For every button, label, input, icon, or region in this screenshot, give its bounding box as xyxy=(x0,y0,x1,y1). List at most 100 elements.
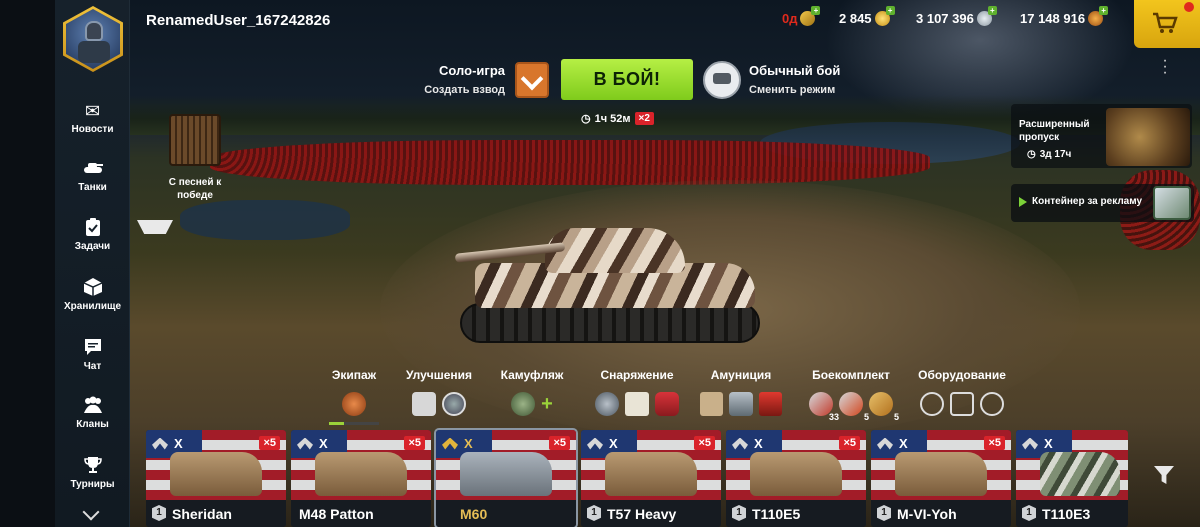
upgrade-module-icon[interactable] xyxy=(412,392,436,416)
envelope-icon: ✉ xyxy=(84,101,101,121)
gold-coin-icon: + xyxy=(874,6,895,26)
sidebar-item-chat[interactable]: Чат xyxy=(55,337,130,372)
tank-card[interactable]: X ×5 1 M-VI-Yoh xyxy=(871,430,1011,527)
rank-chevron-icon xyxy=(1022,437,1038,450)
tank-track xyxy=(460,303,760,343)
garage-tank[interactable] xyxy=(454,208,775,358)
gauge-icon[interactable] xyxy=(980,392,1004,416)
credits-coin-icon: + xyxy=(976,6,997,26)
sidebar-item-tanks[interactable]: Танки xyxy=(55,158,130,193)
ad-container-button[interactable]: Контейнер за рекламу xyxy=(1011,184,1194,222)
tank-card[interactable]: X ×5 1 Sheridan xyxy=(146,430,286,527)
ap-shell-icon[interactable]: 33 xyxy=(809,392,839,422)
mastery-badge: 1 xyxy=(152,505,166,521)
tank-card[interactable]: X ×5 M48 Patton xyxy=(291,430,431,527)
cart-icon xyxy=(1152,12,1178,40)
free-xp-counter[interactable]: 17 148 916 + xyxy=(1020,6,1109,26)
provisions-section[interactable]: Амуниция xyxy=(700,368,782,418)
pond xyxy=(180,200,350,240)
tank-thumbnail xyxy=(170,452,262,496)
xp-multiplier-badge: ×5 xyxy=(694,436,715,450)
bonus-timer: ◷ 1ч 52м ×2 xyxy=(581,112,654,125)
box-icon xyxy=(83,277,103,299)
sidebar-item-storage[interactable]: Хранилище xyxy=(55,277,130,312)
clipboard-icon xyxy=(84,217,102,239)
rank-chevron-icon xyxy=(732,437,748,450)
camouflage-icon[interactable] xyxy=(511,392,536,416)
tank-icon xyxy=(82,158,104,180)
upgrades-section[interactable]: Улучшения xyxy=(402,368,476,418)
fire-extinguisher-icon[interactable] xyxy=(655,392,679,416)
optics-icon[interactable] xyxy=(920,392,944,416)
provisions-icon[interactable] xyxy=(700,392,724,416)
shop-button[interactable] xyxy=(1134,0,1200,48)
rank-chevron-icon xyxy=(442,437,458,450)
sidebar-item-tasks[interactable]: Задачи xyxy=(55,217,130,252)
tank-thumbnail xyxy=(605,452,697,496)
add-camouflage-icon[interactable]: + xyxy=(541,393,553,416)
battle-pass-panel[interactable]: Расширенный пропуск ◷ 3д 17ч xyxy=(1011,104,1192,168)
xp-multiplier-badge: ×5 xyxy=(404,436,425,450)
tank-thumbnail xyxy=(1040,452,1120,496)
tank-thumbnail xyxy=(895,452,987,496)
ammo-box-icon[interactable] xyxy=(758,392,782,416)
tank-thumbnail xyxy=(750,452,842,496)
crew-section[interactable]: Экипаж xyxy=(325,368,383,425)
premium-days-icon: + xyxy=(800,6,821,26)
container-icon xyxy=(1153,186,1191,220)
sidebar-item-tournaments[interactable]: Турниры xyxy=(55,455,130,490)
crew-progress xyxy=(329,422,379,425)
squad-panel[interactable]: Соло-игра Создать взвод xyxy=(400,63,505,96)
sidebar-item-news[interactable]: ✉ Новости xyxy=(55,100,130,135)
mode-panel[interactable]: Обычный бой Сменить режим xyxy=(749,63,840,96)
battle-button[interactable]: В БОЙ! xyxy=(561,59,693,100)
repair-kit-icon[interactable] xyxy=(595,392,619,416)
tank-card[interactable]: X ×5 1 T57 Heavy xyxy=(581,430,721,527)
heat-shell-icon[interactable]: 5 xyxy=(839,392,869,422)
player-avatar[interactable] xyxy=(63,6,123,72)
pass-tank-art xyxy=(1106,108,1190,166)
rank-chevron-icon xyxy=(587,437,603,450)
tank-card-selected[interactable]: X ×5 M60 xyxy=(434,428,578,527)
xp-multiplier-badge: ×5 xyxy=(259,436,280,450)
upgrade-star-icon[interactable] xyxy=(442,392,466,416)
more-menu-icon[interactable]: · · · xyxy=(1160,53,1170,81)
play-icon xyxy=(1019,196,1027,207)
equipment-consumables-section[interactable]: Снаряжение xyxy=(592,368,682,418)
clock-icon: ◷ xyxy=(581,113,591,125)
tank-card[interactable]: X ×5 1 T110E5 xyxy=(726,430,866,527)
armor-icon[interactable] xyxy=(950,392,974,416)
username[interactable]: RenamedUser_167242826 xyxy=(146,12,330,29)
rank-chevron-icon xyxy=(877,437,893,450)
tank-card[interactable]: X 1 T110E3 xyxy=(1016,430,1128,527)
xp-multiplier-badge: ×2 xyxy=(634,112,654,125)
medkit-icon[interactable] xyxy=(625,392,649,416)
event-banner[interactable]: С песней к победе xyxy=(150,114,240,202)
battle-mode-icon[interactable] xyxy=(703,61,741,99)
rank-chevron-icon xyxy=(297,437,313,450)
tank-turret xyxy=(545,228,685,273)
trophy-icon xyxy=(83,455,103,477)
premium-days-counter[interactable]: 0д + xyxy=(782,6,821,26)
squad-dropdown-button[interactable] xyxy=(515,62,549,98)
tank-thumbnail xyxy=(315,452,407,496)
crew-icon[interactable] xyxy=(342,392,366,416)
gold-counter[interactable]: 2 845 + xyxy=(839,6,895,26)
accordion-icon xyxy=(169,114,221,166)
sidebar xyxy=(55,0,130,527)
equipment-section[interactable]: Оборудование xyxy=(912,368,1012,418)
chevron-down-icon xyxy=(520,67,544,91)
notification-badge xyxy=(1184,2,1194,12)
he-shell-icon[interactable]: 5 xyxy=(869,392,899,422)
camouflage-section[interactable]: Камуфляж + xyxy=(496,368,568,418)
sidebar-item-clans[interactable]: Кланы xyxy=(55,395,130,430)
mastery-badge: 1 xyxy=(877,505,891,521)
fuel-icon[interactable] xyxy=(729,392,753,416)
free-xp-icon: + xyxy=(1088,6,1109,26)
chat-icon xyxy=(83,337,103,359)
screen-edge xyxy=(0,0,55,527)
ammo-section[interactable]: Боекомплект 33 5 5 xyxy=(806,368,899,422)
xp-multiplier-badge: ×5 xyxy=(984,436,1005,450)
mastery-badge: 1 xyxy=(587,505,601,521)
credits-counter[interactable]: 3 107 396 + xyxy=(916,6,997,26)
